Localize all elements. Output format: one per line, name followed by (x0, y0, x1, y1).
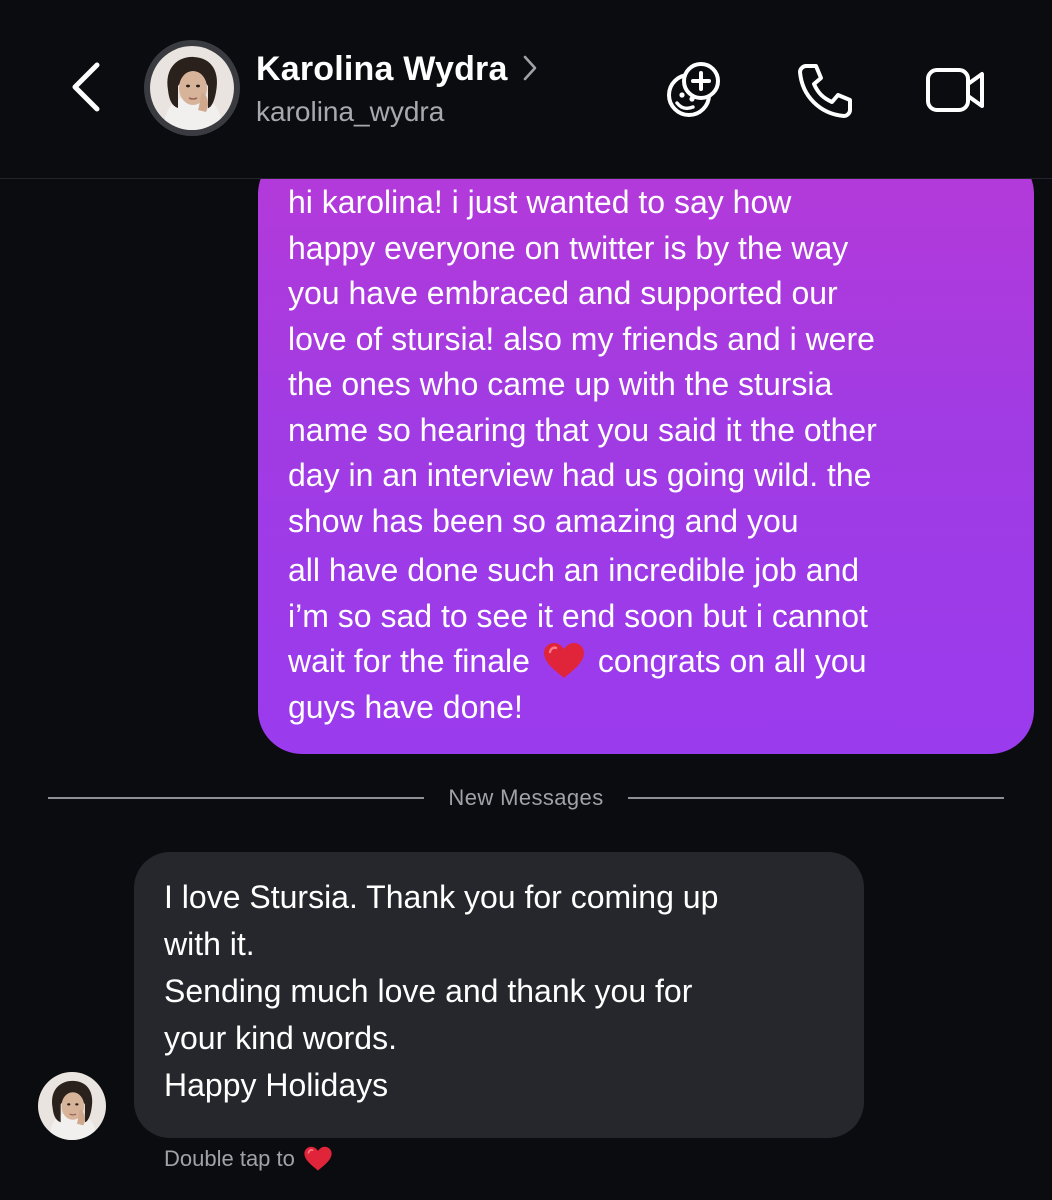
divider-label: New Messages (448, 785, 604, 810)
reaction-hint: Double tap to (164, 1146, 333, 1172)
contact-avatar[interactable] (144, 40, 240, 136)
message-line: the ones who came up with the stursia (288, 366, 833, 402)
sticker-add-button[interactable] (662, 58, 726, 122)
video-camera-icon (926, 68, 984, 112)
voice-call-button[interactable] (792, 58, 856, 122)
contact-handle: karolina_wydra (256, 96, 445, 127)
message-line: Sending much love and thank you for (164, 973, 693, 1009)
message-line: hi karolina! i just wanted to say how (288, 184, 792, 220)
red-heart-emoji-icon (543, 643, 584, 678)
contact-name[interactable]: Karolina Wydra (256, 50, 508, 89)
phone-icon (798, 64, 852, 118)
incoming-message-text: I love Stursia. Thank you for coming up … (164, 874, 844, 1109)
back-button[interactable] (58, 56, 114, 118)
chevron-left-icon (72, 62, 100, 112)
message-line: I love Stursia. Thank you for coming up (164, 879, 719, 915)
message-line-with-emoji: wait for the finale congrats on all you (288, 639, 1008, 685)
sticker-plus-icon (667, 62, 720, 117)
message-line: all have done such an incredible job and (288, 552, 860, 588)
avatar-portrait (38, 1072, 106, 1140)
incoming-message-bubble[interactable]: I love Stursia. Thank you for coming up … (134, 852, 864, 1138)
message-line: with it. (164, 926, 255, 962)
contact-name-row[interactable]: Karolina Wydra (256, 50, 538, 89)
red-heart-emoji-icon[interactable] (303, 1146, 333, 1172)
message-line: your kind words. (164, 1020, 397, 1056)
dm-thread-screen: Karolina Wydra karolina_wydra hi karolin… (0, 0, 1052, 1200)
message-line: i’m so sad to see it end soon but i cann… (288, 597, 868, 634)
thread-header: Karolina Wydra karolina_wydra (0, 0, 1052, 179)
message-line: love of stursia! also my friends and i w… (288, 320, 875, 357)
chevron-right-icon (523, 55, 536, 80)
message-line: you have embraced and supported our (288, 275, 838, 311)
message-line: show has been so amazing and you (288, 502, 799, 539)
avatar-portrait (150, 46, 234, 130)
message-line: Happy Holidays (164, 1067, 389, 1103)
message-segment: wait for the finale (288, 643, 530, 679)
message-line: day in an interview had us going wild. t… (288, 457, 872, 493)
divider-line (48, 797, 425, 799)
video-call-button[interactable] (924, 58, 988, 122)
message-line: happy everyone on twitter is by the way (288, 229, 849, 266)
sender-avatar[interactable] (38, 1072, 106, 1140)
divider-line (627, 797, 1005, 799)
reaction-hint-label: Double tap to (164, 1146, 295, 1171)
message-segment: congrats on all you (597, 643, 867, 679)
outgoing-message-text: hi karolina! i just wanted to say how ha… (288, 180, 1008, 730)
new-messages-divider: New Messages (48, 780, 1005, 816)
message-line: guys have done! (288, 688, 523, 725)
message-line: name so hearing that you said it the oth… (288, 411, 877, 448)
outgoing-message-bubble[interactable]: hi karolina! i just wanted to say how ha… (258, 150, 1034, 754)
